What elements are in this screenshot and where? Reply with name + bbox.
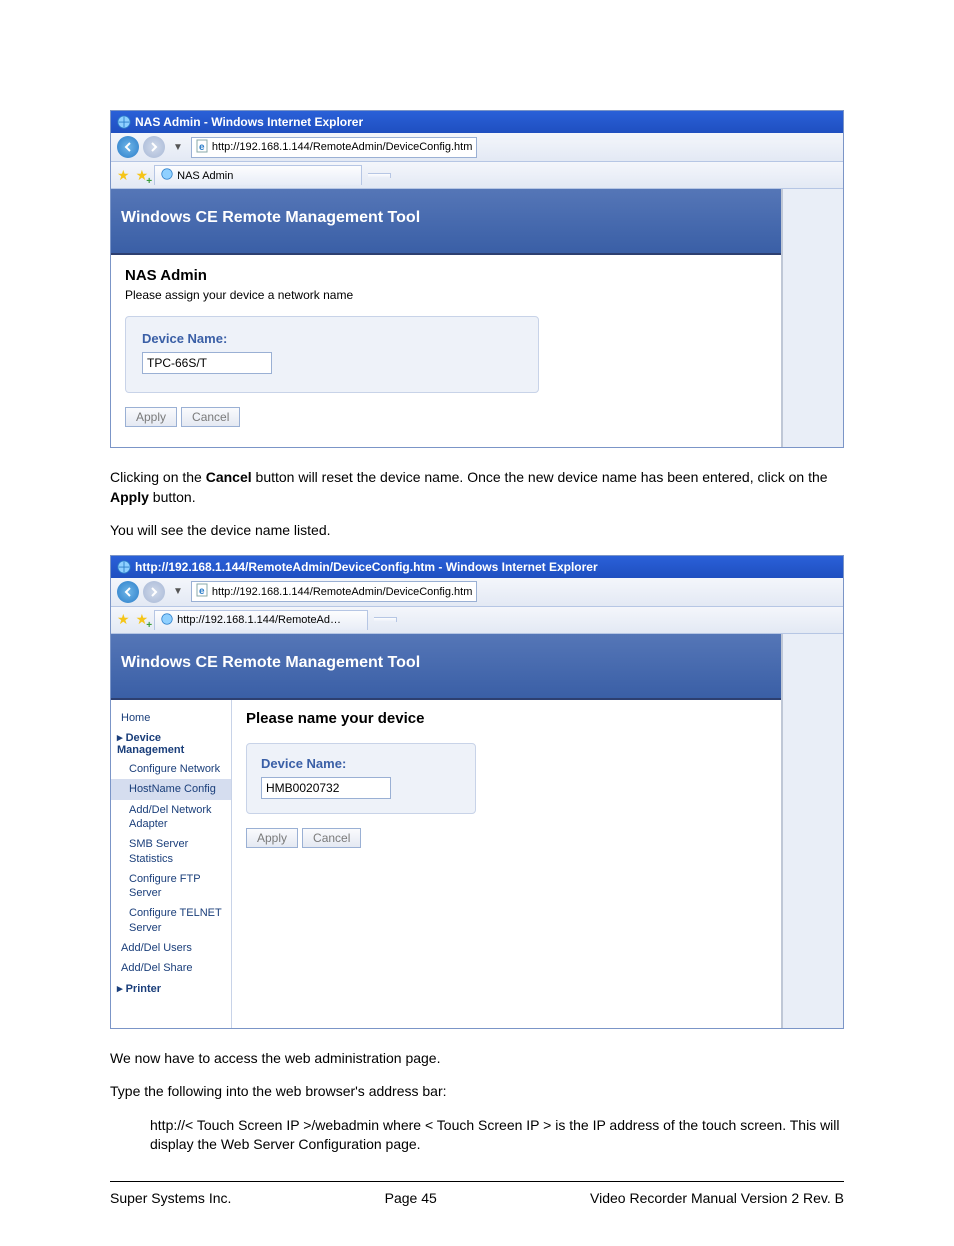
new-tab-button[interactable]	[368, 173, 391, 178]
history-dropdown[interactable]: ▼	[169, 586, 187, 597]
favorites-icon[interactable]: ★	[117, 611, 130, 628]
apply-button[interactable]: Apply	[125, 407, 177, 427]
url-text: http://192.168.1.144/RemoteAdmin/DeviceC…	[212, 586, 472, 598]
document-page: NAS Admin - Windows Internet Explorer ▼ …	[0, 0, 954, 1246]
page-header: Windows CE Remote Management Tool	[111, 634, 781, 700]
favorites-icon[interactable]: ★	[117, 167, 130, 184]
new-tab-button[interactable]	[374, 617, 397, 622]
window-title: http://192.168.1.144/RemoteAdmin/DeviceC…	[135, 560, 598, 574]
browser-window-1: NAS Admin - Windows Internet Explorer ▼ …	[110, 110, 844, 448]
sidebar-users[interactable]: Add/Del Users	[111, 938, 231, 958]
paragraph: Clicking on the Cancel button will reset…	[110, 468, 844, 507]
svg-text:e: e	[199, 586, 205, 597]
forward-button[interactable]	[143, 581, 165, 603]
ie-icon	[161, 168, 173, 183]
browser-tab[interactable]: http://192.168.1.144/RemoteAdmin/DeviceC…	[154, 610, 368, 630]
tab-label: http://192.168.1.144/RemoteAdmin/DeviceC…	[177, 614, 347, 626]
cancel-button[interactable]: Cancel	[302, 828, 361, 848]
ie-icon	[117, 560, 131, 574]
ie-icon	[161, 613, 173, 628]
paragraph: Type the following into the web browser'…	[110, 1082, 844, 1102]
sidebar: Home ▸ Device Management Configure Netwo…	[111, 700, 232, 1028]
back-button[interactable]	[117, 136, 139, 158]
svg-text:e: e	[199, 142, 205, 153]
device-name-input[interactable]	[261, 777, 391, 799]
apply-button[interactable]: Apply	[246, 828, 298, 848]
browser-window-2: http://192.168.1.144/RemoteAdmin/DeviceC…	[110, 555, 844, 1029]
footer-center: Page 45	[385, 1190, 437, 1206]
history-dropdown[interactable]: ▼	[169, 142, 187, 153]
back-button[interactable]	[117, 581, 139, 603]
section-title: NAS Admin	[125, 267, 767, 284]
sidebar-share[interactable]: Add/Del Share	[111, 958, 231, 978]
footer-rule	[110, 1181, 844, 1182]
add-favorite-icon[interactable]: ★	[136, 611, 149, 628]
nav-toolbar: ▼ e http://192.168.1.144/RemoteAdmin/Dev…	[111, 133, 843, 162]
sidebar-printer[interactable]: ▸ Printer	[111, 979, 231, 998]
device-name-label: Device Name:	[142, 331, 522, 346]
ie-icon	[117, 115, 131, 129]
device-name-label: Device Name:	[261, 756, 461, 771]
footer-left: Super Systems Inc.	[110, 1190, 231, 1206]
page-header: Windows CE Remote Management Tool	[111, 189, 781, 255]
nav-toolbar: ▼ e http://192.168.1.144/RemoteAdmin/Dev…	[111, 578, 843, 607]
paragraph: http://< Touch Screen IP >/webadmin wher…	[110, 1116, 844, 1155]
browser-tab[interactable]: NAS Admin	[154, 165, 362, 185]
url-text: http://192.168.1.144/RemoteAdmin/DeviceC…	[212, 141, 472, 153]
side-blank	[783, 189, 843, 447]
sidebar-adddel-adapter[interactable]: Add/Del Network Adapter	[111, 800, 231, 835]
add-favorite-icon[interactable]: ★	[136, 167, 149, 184]
sidebar-telnet[interactable]: Configure TELNET Server	[111, 903, 231, 938]
favorites-bar: ★ ★ http://192.168.1.144/RemoteAdmin/Dev…	[111, 607, 843, 634]
sidebar-device-management[interactable]: ▸ Device Management	[111, 728, 231, 759]
tab-label: NAS Admin	[177, 170, 233, 182]
side-blank	[783, 634, 843, 1028]
sidebar-ftp[interactable]: Configure FTP Server	[111, 869, 231, 904]
title-bar: http://192.168.1.144/RemoteAdmin/DeviceC…	[111, 556, 843, 578]
main-panel: Please name your device Device Name: App…	[232, 700, 781, 1028]
cancel-button[interactable]: Cancel	[181, 407, 240, 427]
sidebar-smb-stats[interactable]: SMB Server Statistics	[111, 834, 231, 869]
window-title: NAS Admin - Windows Internet Explorer	[135, 115, 363, 129]
favorites-bar: ★ ★ NAS Admin	[111, 162, 843, 189]
address-bar[interactable]: e http://192.168.1.144/RemoteAdmin/Devic…	[191, 581, 477, 602]
section-subtitle: Please assign your device a network name	[125, 288, 767, 302]
footer: Super Systems Inc. Page 45 Video Recorde…	[110, 1190, 844, 1206]
sidebar-configure-network[interactable]: Configure Network	[111, 759, 231, 779]
paragraph: We now have to access the web administra…	[110, 1049, 844, 1069]
sidebar-home[interactable]: Home	[111, 708, 231, 728]
address-bar[interactable]: e http://192.168.1.144/RemoteAdmin/Devic…	[191, 137, 477, 158]
footer-right: Video Recorder Manual Version 2 Rev. B	[590, 1190, 844, 1206]
device-name-input[interactable]	[142, 352, 272, 374]
paragraph: You will see the device name listed.	[110, 521, 844, 541]
main-title: Please name your device	[246, 710, 767, 727]
sidebar-hostname-config[interactable]: HostName Config	[111, 779, 231, 799]
forward-button[interactable]	[143, 136, 165, 158]
title-bar: NAS Admin - Windows Internet Explorer	[111, 111, 843, 133]
page-icon: e	[196, 583, 208, 600]
page-icon: e	[196, 139, 208, 156]
